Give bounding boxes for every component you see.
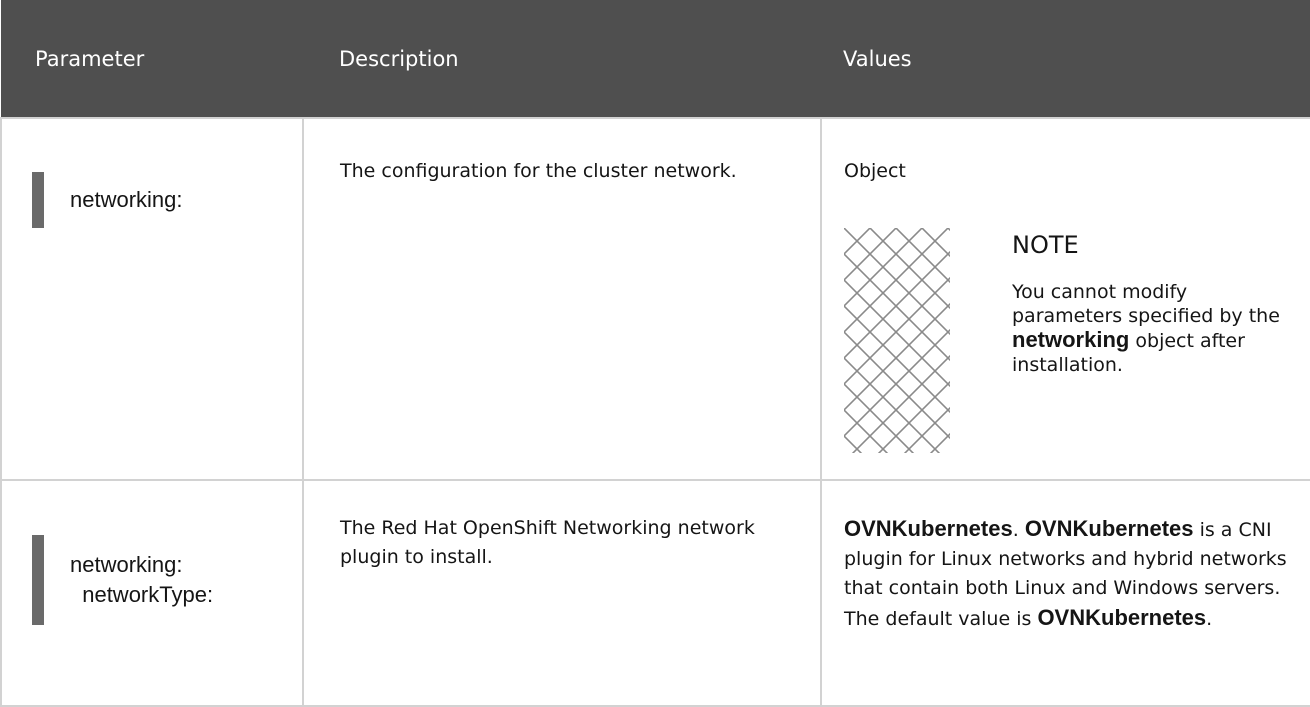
note-title: NOTE (1012, 231, 1079, 259)
header-description: Description (339, 46, 459, 71)
crosshatch-pattern-icon (844, 228, 950, 453)
code-block: networking: (32, 172, 302, 228)
table-header-row: Parameter Description Values (1, 0, 1310, 118)
note-text: You cannot modify parameters specified b… (1012, 281, 1280, 376)
parameter-code: networking: (70, 187, 183, 212)
value-text: Object (844, 160, 906, 182)
note-admonition: NOTE You cannot modify parameters specif… (844, 228, 1300, 453)
code-bar (32, 172, 44, 228)
description-cell: The Red Hat OpenShift Networking network… (302, 479, 822, 707)
value-cell: OVNKubernetes. OVNKubernetes is a CNI pl… (820, 479, 1310, 707)
code-bar (32, 535, 44, 625)
inline-code: OVNKubernetes (844, 516, 1013, 541)
table-row: networking: The configuration for the cl… (0, 117, 1310, 481)
parameter-cell: networking: networkType: (0, 479, 304, 707)
code-block: networking: networkType: (32, 535, 302, 625)
header-parameter: Parameter (35, 46, 145, 71)
parameters-table: Parameter Description Values networking:… (0, 0, 1310, 707)
note-body: NOTE You cannot modify parameters specif… (950, 228, 1300, 453)
inline-code: OVNKubernetes (1037, 605, 1207, 630)
value-text: OVNKubernetes. OVNKubernetes is a CNI pl… (844, 516, 1287, 630)
header-values: Values (843, 46, 912, 71)
parameter-cell: networking: (0, 117, 304, 481)
parameter-code: networking: networkType: (70, 552, 214, 607)
inline-code: networking (1012, 327, 1130, 352)
inline-code: OVNKubernetes (1024, 516, 1194, 541)
table-row: networking: networkType: The Red Hat Ope… (0, 479, 1310, 707)
value-cell: Object NOTE You cannot modify parameters… (820, 117, 1310, 481)
description-cell: The configuration for the cluster networ… (302, 117, 822, 481)
